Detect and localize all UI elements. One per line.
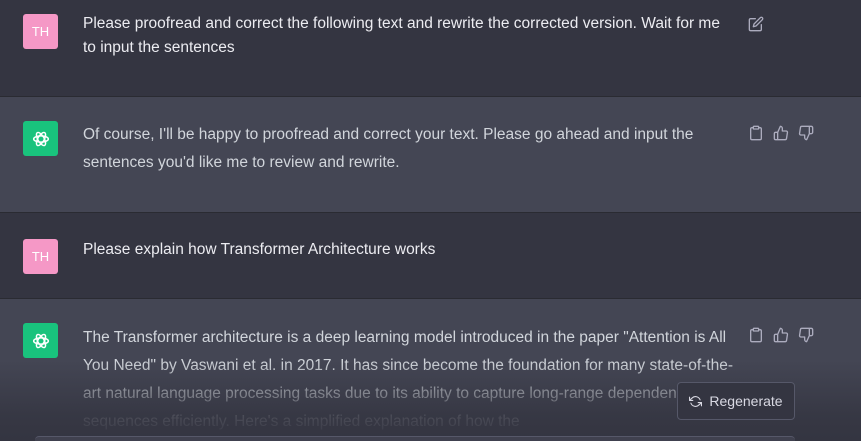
message-row-assistant: Of course, I'll be happy to proofread an…: [0, 97, 861, 213]
edit-icon[interactable]: [748, 16, 764, 32]
message-input-box[interactable]: [35, 436, 795, 441]
thumbs-down-icon[interactable]: [798, 125, 814, 141]
user-message-text: Please explain how Transformer Architect…: [83, 241, 436, 258]
assistant-message-actions: [748, 125, 814, 141]
user-avatar: TH: [23, 14, 58, 49]
regenerate-label: Regenerate: [709, 393, 783, 409]
refresh-icon: [689, 395, 703, 407]
clipboard-icon[interactable]: [748, 327, 764, 343]
assistant-message-text: The Transformer architecture is a deep l…: [83, 329, 734, 430]
user-message-actions: [748, 16, 764, 32]
user-avatar: TH: [23, 239, 58, 274]
thumbs-up-icon[interactable]: [773, 327, 789, 343]
message-row-user: TH Please proofread and correct the foll…: [0, 0, 861, 97]
message-row-user: TH Please explain how Transformer Archit…: [0, 213, 861, 299]
assistant-avatar: [23, 323, 58, 358]
assistant-message-actions: [748, 327, 814, 343]
assistant-message-text: Of course, I'll be happy to proofread an…: [83, 126, 694, 171]
thumbs-down-icon[interactable]: [798, 327, 814, 343]
regenerate-button[interactable]: Regenerate: [677, 382, 795, 420]
openai-logo-icon: [32, 131, 49, 146]
user-message-text: Please proofread and correct the followi…: [83, 15, 720, 56]
clipboard-icon[interactable]: [748, 125, 764, 141]
user-avatar-initials: TH: [31, 249, 50, 264]
thumbs-up-icon[interactable]: [773, 125, 789, 141]
user-avatar-initials: TH: [31, 24, 50, 39]
assistant-avatar: [23, 121, 58, 156]
openai-logo-icon: [32, 333, 49, 348]
